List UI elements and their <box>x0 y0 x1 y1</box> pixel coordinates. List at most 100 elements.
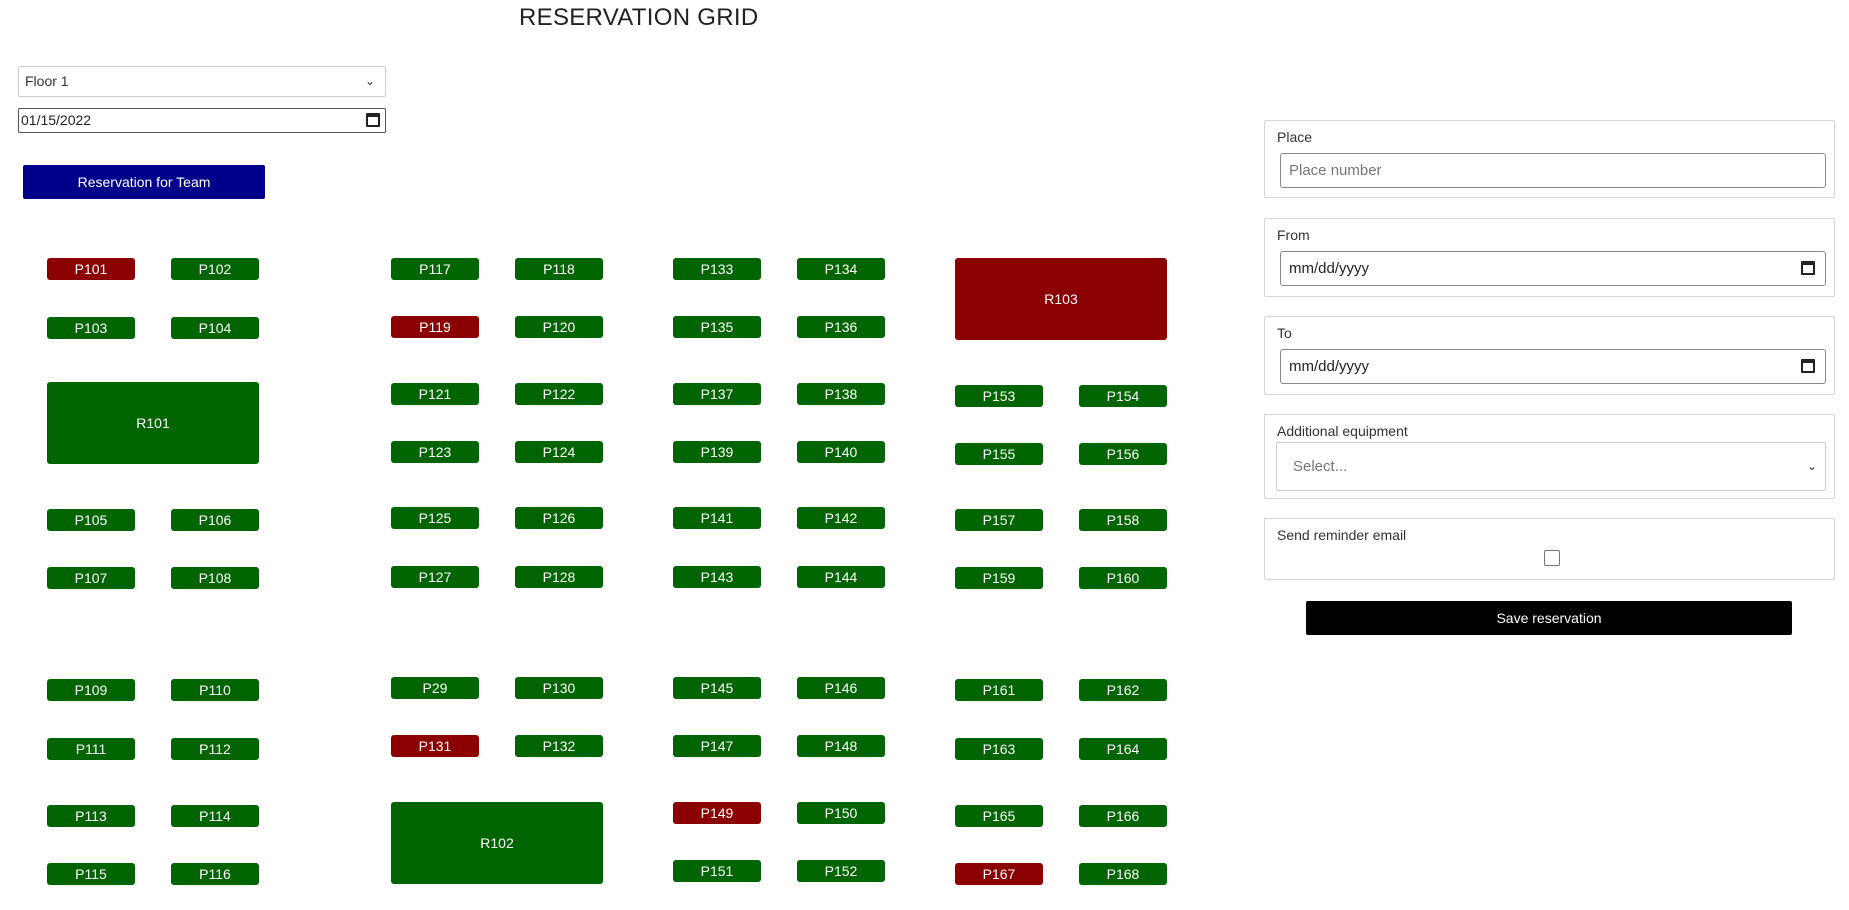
floor-select-value: Floor 1 <box>25 73 69 89</box>
place-p117[interactable]: P117 <box>391 258 479 280</box>
room-r101[interactable]: R101 <box>47 382 259 464</box>
place-p144[interactable]: P144 <box>797 566 885 588</box>
place-p153[interactable]: P153 <box>955 385 1043 407</box>
place-p150[interactable]: P150 <box>797 802 885 824</box>
place-p157[interactable]: P157 <box>955 509 1043 531</box>
reservation-for-team-button[interactable]: Reservation for Team <box>23 165 265 199</box>
place-p29[interactable]: P29 <box>391 677 479 699</box>
place-p101[interactable]: P101 <box>47 258 135 280</box>
place-input-placeholder: Place number <box>1289 162 1382 179</box>
place-p151[interactable]: P151 <box>673 860 761 882</box>
place-p139[interactable]: P139 <box>673 441 761 463</box>
place-p135[interactable]: P135 <box>673 316 761 338</box>
place-p119[interactable]: P119 <box>391 316 479 338</box>
from-date-input[interactable]: mm/dd/yyyy <box>1280 251 1826 286</box>
place-p154[interactable]: P154 <box>1079 385 1167 407</box>
equipment-select[interactable]: Select... ⌄ <box>1276 442 1826 491</box>
place-p163[interactable]: P163 <box>955 738 1043 760</box>
place-p134[interactable]: P134 <box>797 258 885 280</box>
place-p110[interactable]: P110 <box>171 679 259 701</box>
calendar-icon[interactable] <box>366 113 380 127</box>
place-p128[interactable]: P128 <box>515 566 603 588</box>
from-date-placeholder: mm/dd/yyyy <box>1289 260 1370 277</box>
place-p106[interactable]: P106 <box>171 509 259 531</box>
page-title: RESERVATION GRID <box>519 4 759 31</box>
place-p167[interactable]: P167 <box>955 863 1043 885</box>
place-p103[interactable]: P103 <box>47 317 135 339</box>
place-p104[interactable]: P104 <box>171 317 259 339</box>
place-p168[interactable]: P168 <box>1079 863 1167 885</box>
place-p126[interactable]: P126 <box>515 507 603 529</box>
place-p143[interactable]: P143 <box>673 566 761 588</box>
room-r103[interactable]: R103 <box>955 258 1167 340</box>
to-date-placeholder: mm/dd/yyyy <box>1289 358 1370 375</box>
place-p107[interactable]: P107 <box>47 567 135 589</box>
place-p148[interactable]: P148 <box>797 735 885 757</box>
place-p142[interactable]: P142 <box>797 507 885 529</box>
place-p112[interactable]: P112 <box>171 738 259 760</box>
place-p156[interactable]: P156 <box>1079 443 1167 465</box>
place-p132[interactable]: P132 <box>515 735 603 757</box>
place-p160[interactable]: P160 <box>1079 567 1167 589</box>
place-p123[interactable]: P123 <box>391 441 479 463</box>
place-p125[interactable]: P125 <box>391 507 479 529</box>
place-p122[interactable]: P122 <box>515 383 603 405</box>
place-p147[interactable]: P147 <box>673 735 761 757</box>
calendar-icon[interactable] <box>1801 261 1815 275</box>
room-r102[interactable]: R102 <box>391 802 603 884</box>
place-p111[interactable]: P111 <box>47 738 135 760</box>
place-p133[interactable]: P133 <box>673 258 761 280</box>
place-p155[interactable]: P155 <box>955 443 1043 465</box>
place-p114[interactable]: P114 <box>171 805 259 827</box>
place-p162[interactable]: P162 <box>1079 679 1167 701</box>
place-p141[interactable]: P141 <box>673 507 761 529</box>
place-p102[interactable]: P102 <box>171 258 259 280</box>
place-p137[interactable]: P137 <box>673 383 761 405</box>
place-input[interactable]: Place number <box>1280 153 1826 188</box>
place-p152[interactable]: P152 <box>797 860 885 882</box>
place-p165[interactable]: P165 <box>955 805 1043 827</box>
place-p149[interactable]: P149 <box>673 802 761 824</box>
place-p145[interactable]: P145 <box>673 677 761 699</box>
to-date-input[interactable]: mm/dd/yyyy <box>1280 349 1826 384</box>
from-field-group: From mm/dd/yyyy <box>1264 218 1835 297</box>
equipment-label: Additional equipment <box>1277 423 1408 439</box>
place-p108[interactable]: P108 <box>171 567 259 589</box>
place-p121[interactable]: P121 <box>391 383 479 405</box>
place-p161[interactable]: P161 <box>955 679 1043 701</box>
place-p136[interactable]: P136 <box>797 316 885 338</box>
equipment-select-placeholder: Select... <box>1293 458 1348 475</box>
place-p118[interactable]: P118 <box>515 258 603 280</box>
reminder-checkbox[interactable] <box>1544 550 1560 566</box>
equipment-field-group: Additional equipment Select... ⌄ <box>1264 414 1835 499</box>
place-p159[interactable]: P159 <box>955 567 1043 589</box>
chevron-down-icon: ⌄ <box>364 74 375 88</box>
place-p164[interactable]: P164 <box>1079 738 1167 760</box>
reminder-field-group: Send reminder email <box>1264 518 1835 580</box>
place-p105[interactable]: P105 <box>47 509 135 531</box>
reminder-label: Send reminder email <box>1277 527 1407 543</box>
calendar-icon[interactable] <box>1801 359 1815 373</box>
place-p116[interactable]: P116 <box>171 863 259 885</box>
place-label: Place <box>1277 129 1313 145</box>
save-reservation-button[interactable]: Save reservation <box>1306 601 1792 635</box>
place-p127[interactable]: P127 <box>391 566 479 588</box>
place-p158[interactable]: P158 <box>1079 509 1167 531</box>
to-label: To <box>1277 325 1292 341</box>
place-p140[interactable]: P140 <box>797 441 885 463</box>
place-p113[interactable]: P113 <box>47 805 135 827</box>
place-p120[interactable]: P120 <box>515 316 603 338</box>
place-field-group: Place Place number <box>1264 120 1835 198</box>
place-p146[interactable]: P146 <box>797 677 885 699</box>
place-p109[interactable]: P109 <box>47 679 135 701</box>
floor-select[interactable]: Floor 1 ⌄ <box>18 66 386 97</box>
place-p166[interactable]: P166 <box>1079 805 1167 827</box>
place-p130[interactable]: P130 <box>515 677 603 699</box>
place-p115[interactable]: P115 <box>47 863 135 885</box>
chevron-down-icon: ⌄ <box>1806 459 1817 473</box>
date-filter-input[interactable]: 01/15/2022 <box>18 108 386 133</box>
place-p131[interactable]: P131 <box>391 735 479 757</box>
from-label: From <box>1277 227 1310 243</box>
place-p138[interactable]: P138 <box>797 383 885 405</box>
place-p124[interactable]: P124 <box>515 441 603 463</box>
